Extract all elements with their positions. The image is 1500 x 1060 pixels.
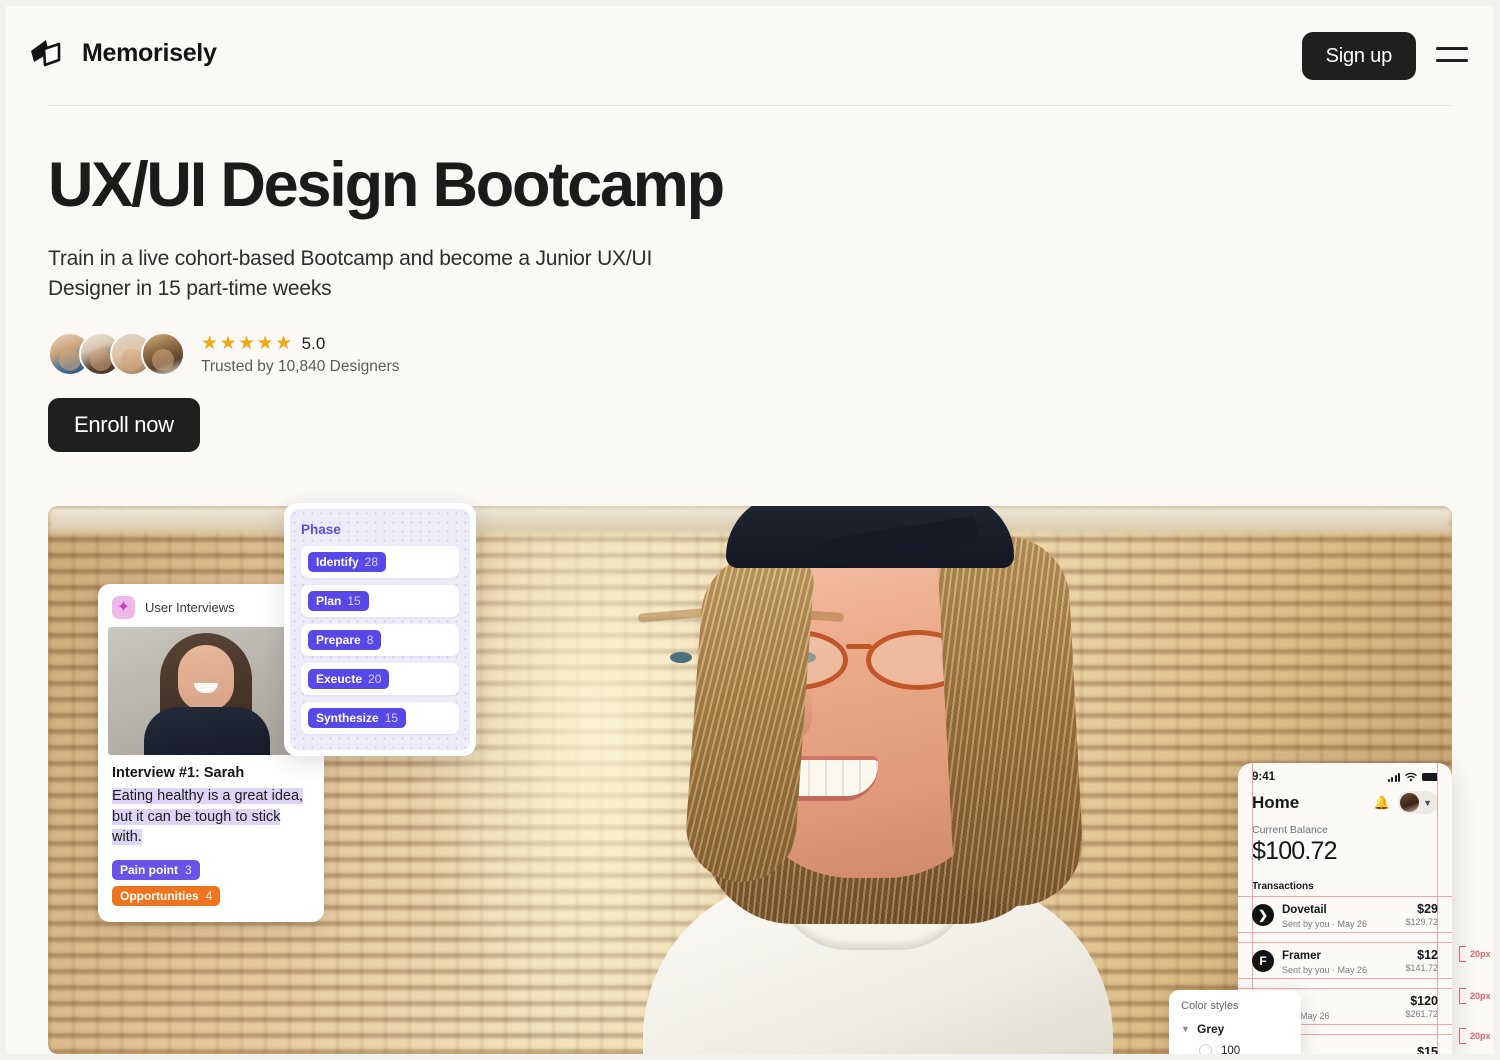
transaction-meta: Sent by you · May 26 [1282, 919, 1368, 929]
chevron-down-icon: ▼ [1423, 797, 1432, 808]
screen-title: Home [1252, 792, 1300, 812]
transaction-row[interactable]: F Framer Sent by you · May 26 $12 $141.7… [1238, 942, 1452, 979]
color-styles-title: Color styles [1181, 1000, 1239, 1012]
star-rating-icon: ★★★★★ [201, 333, 294, 354]
phase-card[interactable]: Phase Identify 28 Plan 15 Prepare 8 Exeu… [284, 503, 476, 756]
transaction-name: Dovetail [1282, 904, 1327, 916]
wifi-icon [1405, 772, 1417, 782]
phase-pill[interactable]: Plan 15 [308, 591, 369, 611]
spacing-value: 20px [1470, 1031, 1491, 1041]
balance-value: $100.72 [1252, 837, 1338, 865]
phase-row[interactable]: Exeucte 20 [301, 663, 459, 695]
phase-panel: Phase Identify 28 Plan 15 Prepare 8 Exeu… [290, 509, 470, 750]
framer-logo-icon: F [1252, 949, 1274, 972]
phase-count: 28 [364, 555, 379, 569]
transaction-amount: $29 [1417, 902, 1438, 916]
phase-label: Exeucte [316, 672, 363, 686]
phase-pill[interactable]: Prepare 8 [308, 630, 382, 650]
transaction-name: Framer [1282, 950, 1321, 962]
tag-count: 4 [205, 888, 213, 903]
card-header-label: User Interviews [145, 600, 235, 615]
brand-logo[interactable]: Memorisely [26, 32, 217, 74]
phase-label: Prepare [316, 633, 361, 647]
trusted-by-text: Trusted by 10,840 Designers [201, 358, 400, 375]
color-swatch[interactable] [1199, 1044, 1212, 1054]
phase-label: Synthesize [316, 711, 379, 725]
cellular-signal-icon [1387, 772, 1400, 782]
dovetail-logo-icon: ❯ [1252, 903, 1274, 926]
tag-opportunities[interactable]: Opportunities 4 [112, 885, 221, 906]
phase-count: 15 [347, 594, 361, 608]
social-proof: ★★★★★ 5.0 Trusted by 10,840 Designers [48, 332, 399, 376]
transaction-row[interactable]: ❯ Dovetail Sent by you · May 26 $29 $129… [1238, 896, 1452, 933]
profile-menu[interactable]: ▼ [1398, 791, 1438, 814]
phase-count: 20 [368, 672, 382, 686]
phase-row[interactable]: Plan 15 [301, 585, 459, 617]
phase-pill[interactable]: Synthesize 15 [308, 708, 407, 728]
tag-pain-point[interactable]: Pain point 3 [112, 859, 200, 880]
spacing-annotation: 20px [1459, 946, 1491, 962]
color-swatch-row[interactable]: 100 [1181, 1044, 1289, 1054]
rating-block: ★★★★★ 5.0 Trusted by 10,840 Designers [201, 332, 399, 376]
tag-list: Pain point 3 Opportunities 4 [98, 848, 324, 906]
color-group-row[interactable]: ▼ Grey [1181, 1022, 1289, 1036]
rating-value: 5.0 [301, 333, 326, 353]
page-title: UX/UI Design Bootcamp [48, 150, 725, 220]
chevron-down-icon[interactable]: ▼ [1181, 1024, 1190, 1034]
signup-button[interactable]: Sign up [1301, 32, 1416, 80]
spacing-annotation: 20px [1459, 1028, 1491, 1044]
status-time: 9:41 [1252, 771, 1276, 783]
phase-count: 15 [384, 711, 399, 725]
phase-row[interactable]: Prepare 8 [301, 624, 459, 656]
tag-label: Opportunities [120, 888, 199, 903]
phase-count: 8 [366, 633, 374, 647]
user-avatar [1400, 793, 1420, 812]
transaction-meta: Sent by you · May 26 [1282, 965, 1368, 975]
spacing-annotation: 20px [1459, 988, 1491, 1004]
balance-label: Current Balance [1252, 824, 1328, 836]
phase-label: Identify [316, 555, 359, 569]
enroll-now-button[interactable]: Enroll now [48, 398, 200, 452]
avatar-group [48, 332, 185, 376]
avatar [141, 332, 185, 376]
hamburger-menu-icon[interactable] [1432, 44, 1472, 66]
transaction-balance: $141.72 [1405, 963, 1438, 973]
notification-bell-icon[interactable]: 🔔 [1374, 795, 1390, 811]
phase-title: Phase [301, 522, 341, 537]
header-divider [48, 105, 1452, 106]
person-photo [608, 506, 1128, 1054]
color-group-name: Grey [1197, 1022, 1225, 1036]
quote-highlight: Eating healthy is a great idea, but it c… [112, 788, 304, 846]
transaction-amount: $15 [1417, 1045, 1438, 1054]
transactions-label: Transactions [1252, 881, 1314, 892]
sparkle-icon: ✦ [112, 596, 135, 619]
brand-name: Memorisely [82, 38, 217, 67]
hero-subtitle: Train in a live cohort-based Bootcamp an… [48, 247, 653, 301]
transaction-amount: $12 [1417, 948, 1438, 962]
phone-status-bar: 9:41 [1238, 763, 1452, 785]
spacing-value: 20px [1470, 949, 1491, 959]
tag-count: 3 [185, 862, 192, 877]
transaction-amount: $120 [1410, 994, 1438, 1008]
transaction-balance: $261.72 [1405, 1009, 1438, 1019]
site-header: Memorisely Sign up [6, 6, 1494, 106]
color-swatch-value: 100 [1221, 1044, 1241, 1055]
transaction-balance: $129.72 [1405, 917, 1438, 927]
interview-quote: Eating healthy is a great idea, but it c… [98, 781, 324, 848]
phase-pill[interactable]: Exeucte 20 [308, 669, 390, 689]
battery-icon [1422, 773, 1438, 781]
memorisely-logo-icon [26, 32, 68, 74]
color-styles-panel[interactable]: Color styles ▼ Grey 100 [1169, 990, 1301, 1054]
tag-label: Pain point [120, 862, 178, 877]
spacing-value: 20px [1470, 991, 1491, 1001]
interview-title: Interview #1: Sarah [112, 765, 245, 781]
phone-app-bar: Home 🔔 ▼ [1238, 785, 1452, 814]
phase-label: Plan [316, 594, 342, 608]
landing-page: Memorisely Sign up UX/UI Design Bootcamp… [6, 6, 1494, 1054]
phase-pill[interactable]: Identify 28 [308, 552, 387, 572]
phase-row[interactable]: Identify 28 [301, 546, 459, 578]
phase-row[interactable]: Synthesize 15 [301, 702, 459, 734]
